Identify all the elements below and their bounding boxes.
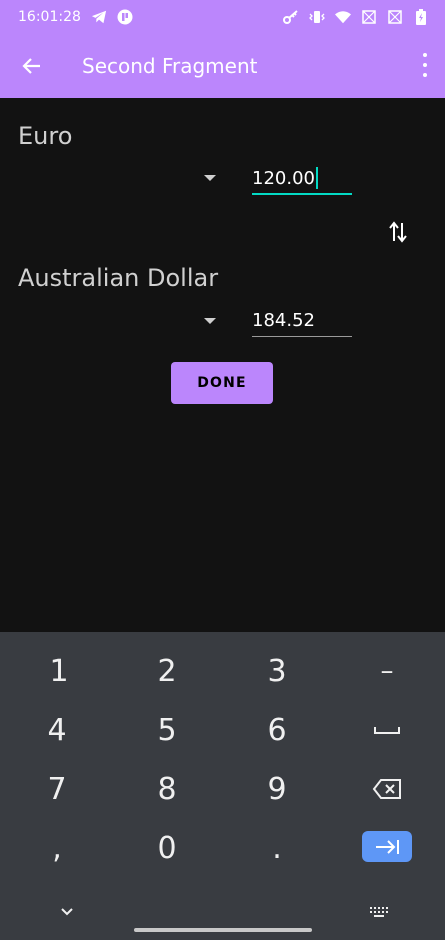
arrow-back-icon <box>22 57 40 74</box>
swap-vert-icon <box>389 221 407 243</box>
from-currency-label: Euro <box>18 122 73 150</box>
wifi-icon <box>335 9 351 25</box>
status-left: 16:01:28 <box>18 9 133 25</box>
converter-content: Euro 120.00 Australian Dollar 184.52 DON… <box>0 98 445 632</box>
key-5[interactable]: 5 <box>112 701 222 759</box>
space-icon <box>374 727 400 734</box>
key-9[interactable]: 9 <box>222 760 332 818</box>
key-3[interactable]: 3 <box>222 642 332 700</box>
page-title: Second Fragment <box>82 53 258 78</box>
no-signal-icon <box>361 9 377 25</box>
more-vert-icon-dot <box>423 63 427 67</box>
to-amount-field[interactable]: 184.52 <box>252 305 352 337</box>
status-time: 16:01:28 <box>18 8 81 25</box>
text-cursor <box>315 167 318 189</box>
vpn-key-icon <box>283 9 299 25</box>
app-bar: Second Fragment <box>0 33 445 98</box>
vibrate-icon <box>309 9 325 25</box>
key-period[interactable]: . <box>222 819 332 877</box>
from-currency-dropdown[interactable] <box>204 175 216 181</box>
back-button[interactable] <box>20 54 44 78</box>
switch-keyboard-button[interactable] <box>368 904 390 918</box>
key-6[interactable]: 6 <box>222 701 332 759</box>
key-7[interactable]: 7 <box>2 760 112 818</box>
to-amount-value: 184.52 <box>252 310 315 331</box>
navigation-handle[interactable] <box>134 928 312 932</box>
hide-keyboard-button[interactable] <box>58 904 76 918</box>
key-4[interactable]: 4 <box>2 701 112 759</box>
keyboard-icon <box>370 907 388 917</box>
from-amount-value: 120.00 <box>252 167 315 189</box>
key-backspace[interactable] <box>332 760 442 818</box>
from-amount-field[interactable]: 120.00 <box>252 163 352 195</box>
telegram-icon <box>91 9 107 25</box>
backspace-icon <box>372 779 401 799</box>
more-vert-icon-dot <box>423 53 427 57</box>
key-comma[interactable]: , <box>2 819 112 877</box>
key-1[interactable]: 1 <box>4 642 114 700</box>
key-0[interactable]: 0 <box>112 819 222 877</box>
key-space[interactable] <box>332 701 442 759</box>
numeric-keyboard: 1 2 3 – 4 5 6 7 8 9 , 0 . <box>0 632 445 940</box>
to-currency-dropdown[interactable] <box>204 318 216 324</box>
status-right <box>283 8 429 25</box>
battery-charging-icon <box>413 8 429 25</box>
key-tab-next[interactable] <box>362 831 412 862</box>
app-notification-icon <box>117 9 133 25</box>
to-currency-label: Australian Dollar <box>18 264 219 292</box>
done-button[interactable]: DONE <box>171 362 273 404</box>
key-2[interactable]: 2 <box>112 642 222 700</box>
status-bar: 16:01:28 <box>0 0 445 33</box>
key-minus[interactable]: – <box>332 642 442 700</box>
overflow-menu-button[interactable] <box>421 53 429 77</box>
more-vert-icon-dot <box>423 73 427 77</box>
chevron-down-icon <box>61 908 73 916</box>
key-8[interactable]: 8 <box>112 760 222 818</box>
no-signal-icon <box>387 9 403 25</box>
swap-currencies-button[interactable] <box>388 221 408 243</box>
tab-next-icon <box>376 839 399 854</box>
